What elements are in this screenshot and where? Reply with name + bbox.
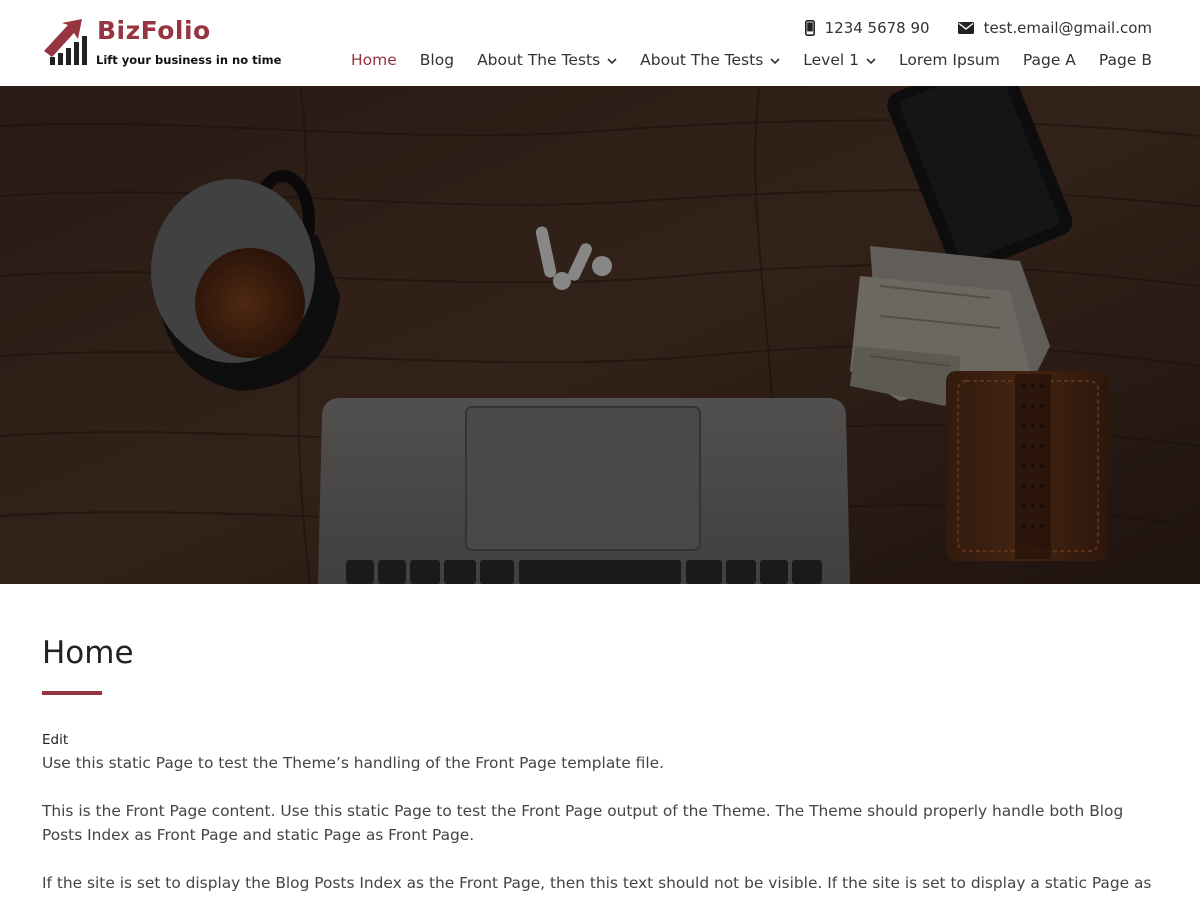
- nav-item-blog[interactable]: Blog: [420, 51, 454, 69]
- nav-item-label: Blog: [419, 51, 455, 69]
- contact-phone-text: 1234 5678 90: [824, 19, 930, 37]
- contact-email[interactable]: test.email@gmail.com: [957, 19, 1152, 37]
- site-logo[interactable]: BizFolio Lift your business in no time: [42, 16, 302, 70]
- content-paragraph: Use this static Page to test the Theme’s…: [42, 754, 664, 772]
- nav-item-label: Level 1: [803, 51, 859, 69]
- chevron-down-icon: [607, 57, 617, 64]
- site-header: BizFolio Lift your business in no time 1…: [0, 0, 1200, 86]
- title-underline: [42, 691, 102, 695]
- nav-item-page-a[interactable]: Page A: [1023, 51, 1076, 69]
- nav-item-label: About The Tests: [477, 51, 601, 69]
- page-title: Home: [42, 635, 134, 671]
- content-paragraph: This is the Front Page content. Use this…: [42, 802, 1124, 844]
- nav-item-about-the-tests[interactable]: About The Tests: [477, 51, 617, 69]
- nav-item-level-1[interactable]: Level 1: [803, 51, 876, 69]
- nav-item-label: Page A: [1022, 51, 1076, 69]
- hero-image-desk-scene: [0, 86, 1200, 584]
- nav-item-home[interactable]: Home: [351, 51, 397, 69]
- content-paragraph: If the site is set to display the Blog P…: [42, 874, 1152, 900]
- contact-bar: 1234 5678 90 test.email@gmail.com: [804, 17, 1152, 39]
- main-navigation: Home Blog About The Tests About The Test…: [351, 48, 1152, 72]
- mobile-phone-icon: [804, 20, 815, 36]
- chevron-down-icon: [866, 57, 876, 64]
- nav-item-label: Home: [351, 51, 397, 69]
- envelope-icon: [957, 22, 974, 34]
- nav-item-lorem-ipsum[interactable]: Lorem Ipsum: [899, 51, 1000, 69]
- nav-item-label: Lorem Ipsum: [898, 51, 1000, 69]
- nav-item-page-b[interactable]: Page B: [1099, 51, 1152, 69]
- nav-item-label: Page B: [1098, 51, 1152, 69]
- contact-email-text: test.email@gmail.com: [983, 19, 1152, 37]
- brand-name: BizFolio: [97, 16, 211, 45]
- chevron-down-icon: [770, 57, 780, 64]
- hero-banner: [0, 86, 1200, 584]
- brand-tagline: Lift your business in no time: [96, 53, 282, 67]
- edit-link[interactable]: Edit: [42, 732, 68, 748]
- contact-phone[interactable]: 1234 5678 90: [804, 19, 930, 37]
- nav-item-label: About The Tests: [640, 51, 764, 69]
- nav-item-about-the-tests-2[interactable]: About The Tests: [640, 51, 780, 69]
- logo-arrow-chart-icon: [44, 19, 87, 65]
